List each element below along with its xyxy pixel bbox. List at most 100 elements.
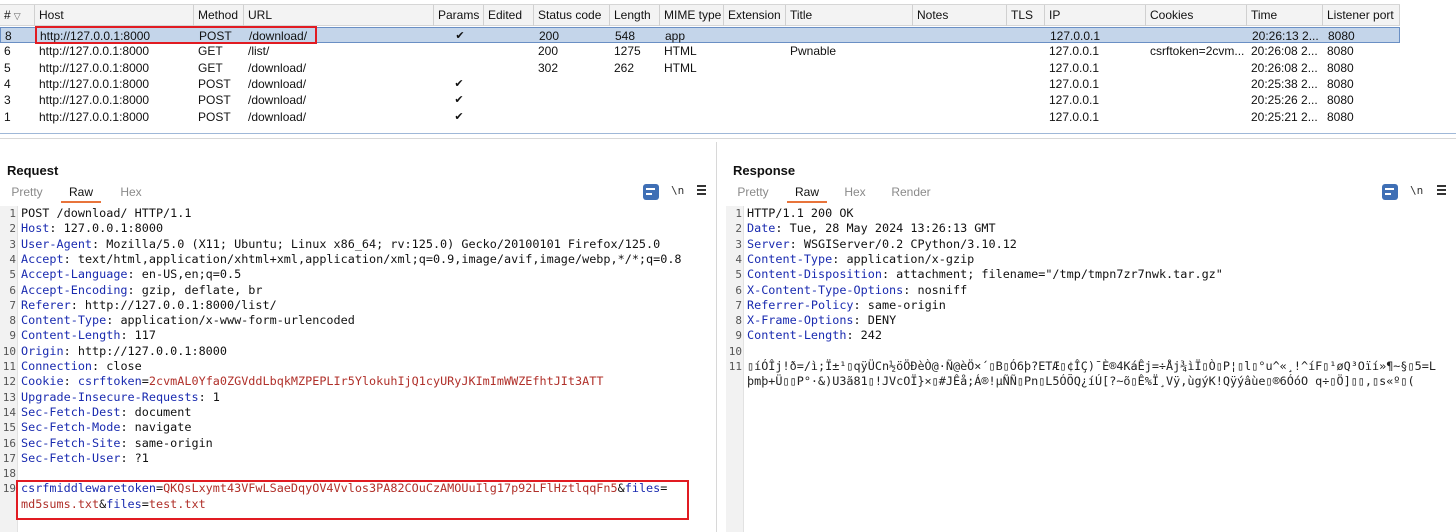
- cell-title: Pwnable: [790, 44, 837, 59]
- column-header-label: Title: [790, 8, 813, 22]
- column-header-time[interactable]: Time: [1247, 5, 1323, 26]
- header-colon: :: [120, 328, 128, 343]
- column-header-label: Cookies: [1150, 8, 1194, 22]
- cell-cookies: [1146, 109, 1247, 125]
- column-header-url[interactable]: URL: [244, 5, 434, 26]
- column-header-label: Status code: [538, 8, 602, 22]
- line-number: 15: [2, 421, 16, 435]
- header-value: text/html,application/xhtml+xml,applicat…: [70, 251, 682, 266]
- cell-ip: 127.0.0.1: [1050, 29, 1101, 43]
- history-row[interactable]: 8 http://127.0.0.1:8000 POST/download/ ✔ 200…: [0, 27, 1400, 43]
- line-content: Referrer-Policy: same-origin: [747, 298, 946, 313]
- header-colon: :: [775, 221, 783, 236]
- header-colon: :: [881, 267, 890, 282]
- column-header-params[interactable]: Params: [434, 5, 484, 26]
- pane-split-handle[interactable]: [716, 142, 726, 532]
- column-header-[interactable]: # ▽: [0, 5, 35, 26]
- line-number: 8: [9, 314, 16, 328]
- column-header-ip[interactable]: IP: [1045, 5, 1146, 26]
- header-colon: :: [846, 328, 854, 343]
- column-header-tls[interactable]: TLS: [1007, 5, 1045, 26]
- param-value: test.txt: [148, 496, 206, 511]
- column-header-mime-type[interactable]: MIME type: [660, 5, 724, 26]
- line-content: ▯íÓÎj!ð=/ì;Ï±¹▯qÿÜCn½öÖÐèÒ@·Ñ@èÖ×´▯B▯Ó6þ…: [747, 359, 1436, 374]
- cell-status: 200: [538, 44, 559, 59]
- request-tab-raw[interactable]: Raw: [61, 185, 101, 203]
- column-header-method[interactable]: Method: [194, 5, 244, 26]
- column-header-label: Params: [438, 8, 480, 22]
- header-name: X-Content-Type-Options: [747, 282, 904, 297]
- response-toolbar: \n: [1381, 184, 1453, 200]
- line-content: Content-Length: 117: [21, 328, 156, 343]
- cell-ip: 127.0.0.1: [1049, 109, 1100, 124]
- column-header-listener-port[interactable]: Listener port: [1323, 5, 1400, 26]
- cell-length: 548: [615, 29, 636, 43]
- header-value: close: [99, 359, 142, 373]
- request-tab-pretty[interactable]: Pretty: [5, 185, 49, 203]
- cell-time: 20:26:08 2...: [1251, 44, 1318, 59]
- params-check-icon: ✔: [454, 94, 464, 107]
- history-row[interactable]: 5 http://127.0.0.1:8000 GET/download/302 26…: [0, 60, 1400, 76]
- header-name: Accept: [21, 251, 64, 266]
- line-number: 1: [9, 207, 16, 220]
- header-name: Server: [747, 236, 790, 251]
- history-row[interactable]: 1 http://127.0.0.1:8000 POST/download/ ✔ 127…: [0, 109, 1400, 125]
- column-header-host[interactable]: Host: [35, 5, 194, 26]
- request-editor[interactable]: 1 POST /download/ HTTP/1.1 2 Host: 127.0.0.…: [0, 206, 716, 532]
- cell-url: /download/: [248, 60, 307, 75]
- response-tab-pretty[interactable]: Pretty: [731, 185, 775, 203]
- column-header-cookies[interactable]: Cookies: [1146, 5, 1247, 26]
- response-tab-hex[interactable]: Hex: [836, 185, 874, 203]
- history-table-header: # ▽ Host Method URL Params Edited Status code Le…: [0, 4, 1400, 26]
- header-colon: :: [127, 267, 135, 282]
- cell-ip: 127.0.0.1: [1049, 76, 1100, 91]
- line-number: 18: [2, 467, 16, 481]
- cell-num: 3: [4, 93, 11, 108]
- cookie-name: csrftoken: [70, 374, 142, 389]
- line-content: Origin: http://127.0.0.1:8000: [21, 344, 227, 359]
- history-row[interactable]: 4 http://127.0.0.1:8000 POST/download/ ✔ 127…: [0, 76, 1400, 92]
- menu-icon[interactable]: [1437, 185, 1446, 195]
- header-colon: :: [120, 450, 128, 465]
- request-toolbar: \n: [642, 184, 712, 200]
- response-tab-render[interactable]: Render: [886, 185, 936, 203]
- line-number: 11: [728, 360, 742, 373]
- line-number: 4: [9, 252, 16, 266]
- params-check-icon: ✔: [454, 110, 464, 123]
- word-wrap-icon[interactable]: [1382, 184, 1398, 200]
- column-header-status-code[interactable]: Status code: [534, 5, 610, 26]
- column-header-label: Time: [1251, 8, 1278, 22]
- column-header-label: Method: [198, 8, 239, 22]
- column-header-edited[interactable]: Edited: [484, 5, 534, 26]
- header-value: Tue, 28 May 2024 13:26:13 GMT: [782, 221, 996, 236]
- history-row[interactable]: 3 http://127.0.0.1:8000 POST/download/ ✔ 127…: [0, 92, 1400, 108]
- word-wrap-icon[interactable]: [643, 184, 659, 200]
- column-header-length[interactable]: Length: [610, 5, 660, 26]
- cell-port: 8080: [1327, 76, 1354, 91]
- response-tab-raw[interactable]: Raw: [787, 185, 827, 203]
- separator: =: [141, 496, 149, 511]
- response-editor[interactable]: 1 HTTP/1.1 200 OK 2 Date: Tue, 28 May 2024 …: [726, 206, 1456, 532]
- header-name: Content-Disposition: [747, 267, 882, 282]
- line-number: 2: [735, 222, 742, 236]
- history-row[interactable]: 6 http://127.0.0.1:8000 GET/list/200 1275 HT…: [0, 43, 1400, 59]
- newline-toggle-icon[interactable]: \n: [1410, 184, 1423, 197]
- param-name: files: [624, 481, 661, 496]
- column-header-notes[interactable]: Notes: [913, 5, 1007, 26]
- cell-title: [786, 92, 913, 108]
- line-number: 6: [735, 283, 742, 297]
- sort-desc-icon[interactable]: ▽: [14, 11, 21, 21]
- request-tab-hex[interactable]: Hex: [112, 185, 150, 203]
- column-header-title[interactable]: Title: [786, 5, 913, 26]
- cell-host: http://127.0.0.1:8000: [39, 60, 150, 75]
- newline-toggle-icon[interactable]: \n: [671, 184, 684, 197]
- cell-time: 20:25:26 2...: [1251, 93, 1318, 108]
- line-number: 5: [735, 268, 742, 282]
- header-colon: :: [120, 435, 128, 450]
- column-header-label: Host: [39, 8, 64, 22]
- cell-cookies: [1146, 60, 1247, 76]
- column-header-extension[interactable]: Extension: [724, 5, 786, 26]
- header-name: Origin: [21, 343, 64, 358]
- header-colon: :: [63, 251, 71, 266]
- menu-icon[interactable]: [697, 185, 706, 195]
